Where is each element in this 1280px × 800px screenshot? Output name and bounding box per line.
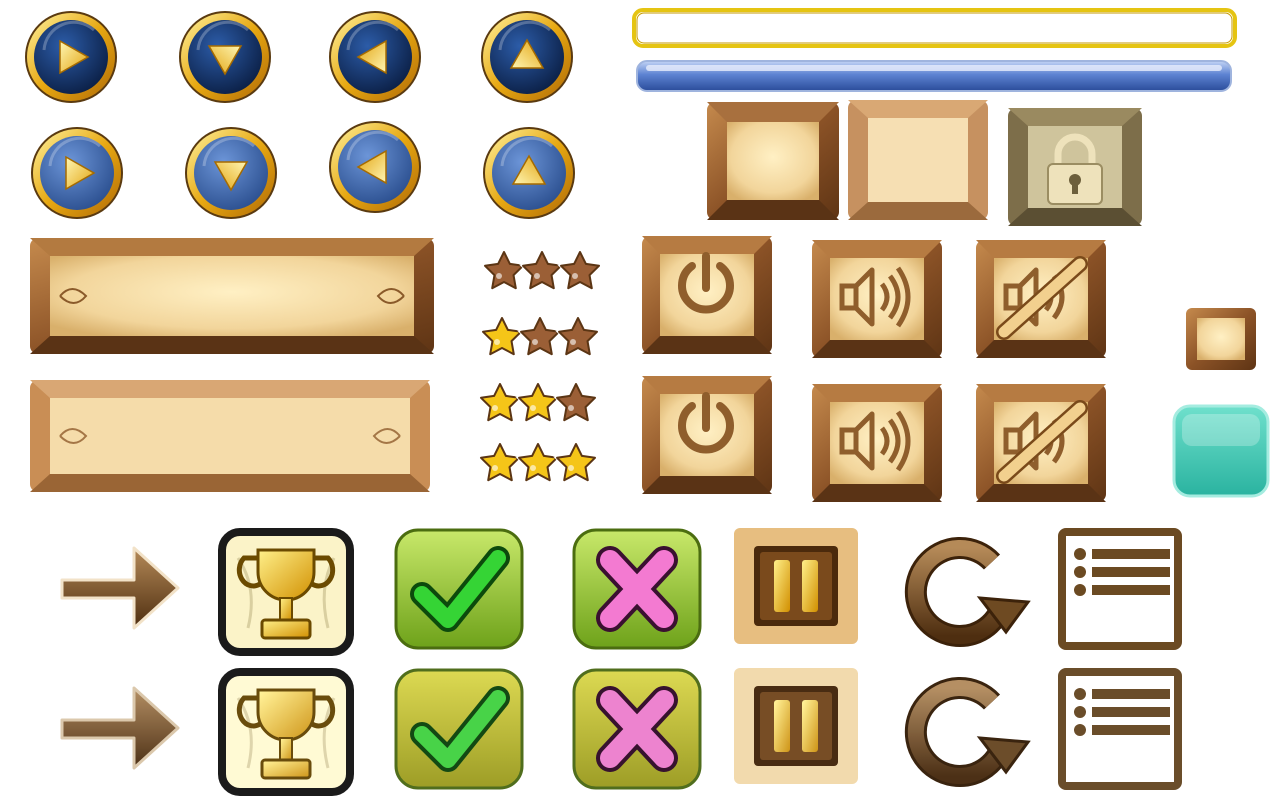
star-filled-icon	[477, 380, 523, 424]
arrow-up-button[interactable]	[480, 10, 574, 104]
wood-panel-pressed[interactable]	[30, 380, 430, 492]
menu-list-icon[interactable]	[1058, 668, 1182, 790]
teal-button[interactable]	[1172, 404, 1270, 498]
cross-icon[interactable]	[572, 528, 702, 650]
star-empty-icon	[517, 314, 563, 358]
star-empty-icon	[553, 380, 599, 424]
input-frame-bar[interactable]	[632, 8, 1237, 48]
star-rating-3-of-3	[477, 440, 606, 484]
restart-icon[interactable]	[896, 528, 1032, 650]
arrow-down-button[interactable]	[178, 10, 272, 104]
restart-icon[interactable]	[896, 668, 1032, 790]
speaker-button[interactable]	[812, 240, 942, 358]
arrow-right-icon[interactable]	[54, 528, 184, 648]
star-empty-icon	[557, 248, 603, 292]
power-button[interactable]	[642, 236, 772, 354]
star-empty-icon	[481, 248, 527, 292]
star-rating-0-of-3	[481, 248, 610, 292]
speaker-button[interactable]	[812, 384, 942, 502]
progress-bar	[636, 60, 1232, 92]
arrow-right-button[interactable]	[30, 126, 124, 220]
arrow-left-button[interactable]	[328, 120, 422, 214]
trophy-icon[interactable]	[218, 668, 354, 796]
trophy-icon[interactable]	[218, 528, 354, 656]
mute-button[interactable]	[976, 384, 1106, 502]
star-rating-1-of-3	[479, 314, 608, 358]
cross-icon[interactable]	[572, 668, 702, 790]
star-empty-icon	[555, 314, 601, 358]
tile-pressed[interactable]	[848, 100, 988, 220]
checkmark-icon[interactable]	[394, 668, 524, 790]
pause-icon[interactable]	[734, 528, 858, 644]
arrow-left-button[interactable]	[328, 10, 422, 104]
star-rating-2-of-3	[477, 380, 606, 424]
mute-button[interactable]	[976, 240, 1106, 358]
star-filled-icon	[479, 314, 525, 358]
star-empty-icon	[519, 248, 565, 292]
wood-panel-normal[interactable]	[30, 238, 434, 354]
arrow-right-button[interactable]	[24, 10, 118, 104]
tile-normal[interactable]	[707, 102, 839, 220]
arrow-down-button[interactable]	[184, 126, 278, 220]
small-wood-tile[interactable]	[1186, 308, 1256, 370]
star-filled-icon	[553, 440, 599, 484]
checkmark-icon[interactable]	[394, 528, 524, 650]
arrow-right-icon[interactable]	[54, 668, 184, 788]
power-button[interactable]	[642, 376, 772, 494]
pause-icon[interactable]	[734, 668, 858, 784]
star-filled-icon	[515, 440, 561, 484]
star-filled-icon	[477, 440, 523, 484]
star-filled-icon	[515, 380, 561, 424]
menu-list-icon[interactable]	[1058, 528, 1182, 650]
arrow-up-button[interactable]	[482, 126, 576, 220]
lock-icon	[1008, 108, 1142, 226]
